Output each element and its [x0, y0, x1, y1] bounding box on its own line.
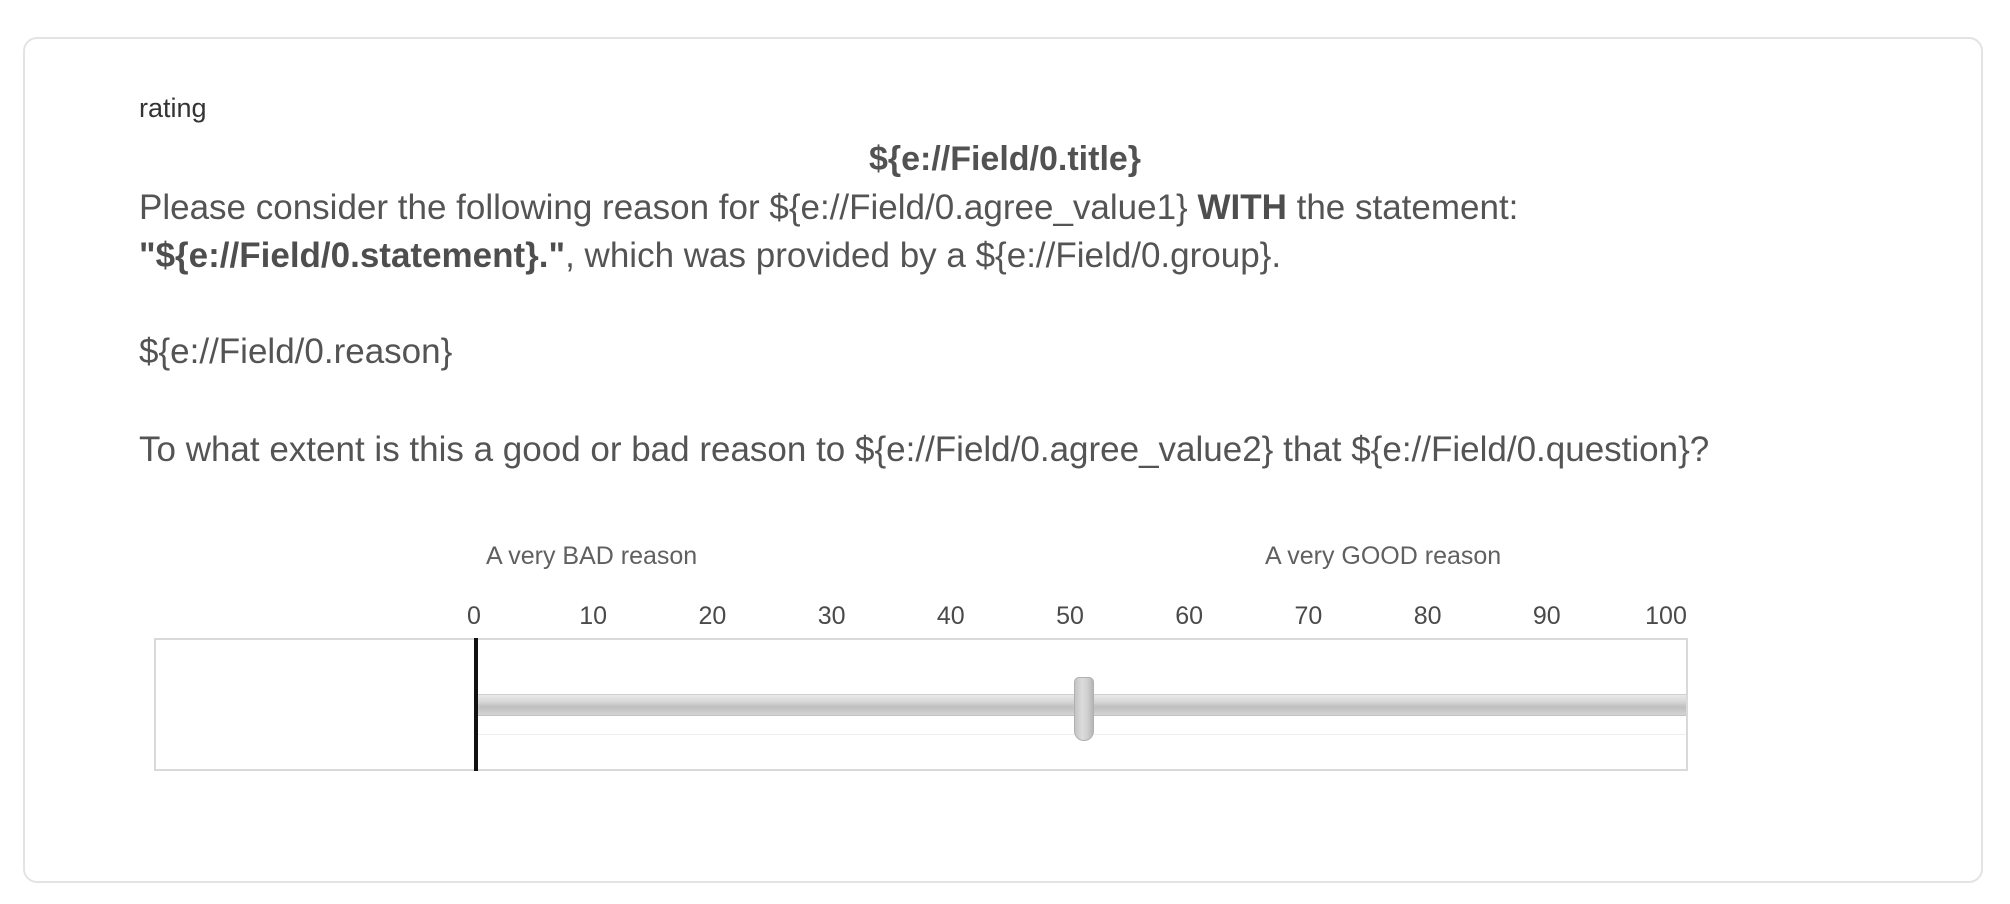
slider-tick-100: 100	[1645, 602, 1687, 630]
slider-tick-70: 70	[1294, 602, 1323, 630]
anchor-label-bad: A very BAD reason	[486, 542, 698, 570]
reason-text: ${e://Field/0.reason}	[139, 332, 453, 371]
line1-post: the statement:	[1286, 188, 1519, 227]
question-text-line-2: "${e://Field/0.statement}.", which was p…	[139, 236, 1281, 276]
slider-tick-90: 90	[1532, 602, 1561, 630]
line1-pre: Please consider the following reason for…	[139, 188, 1198, 227]
question-text-line-1: Please consider the following reason for…	[139, 188, 1518, 228]
slider-tick-30: 30	[817, 602, 846, 630]
anchor-label-good: A very GOOD reason	[1265, 542, 1502, 570]
slider-tick-0: 0	[467, 602, 481, 630]
slider-tick-20: 20	[698, 602, 727, 630]
question-title: ${e://Field/0.title}	[868, 140, 1142, 178]
slider-tick-40: 40	[936, 602, 965, 630]
statement-text: "${e://Field/0.statement}."	[139, 236, 566, 275]
slider-container	[154, 638, 1688, 771]
line2-post: , which was provided by a ${e://Field/0.…	[565, 236, 1282, 275]
slider-tick-60: 60	[1175, 602, 1204, 630]
rating-prompt: To what extent is this a good or bad rea…	[139, 430, 1710, 469]
slider-handle[interactable]	[1074, 677, 1094, 741]
question-label: rating	[139, 93, 207, 123]
line1-bold: WITH	[1197, 188, 1287, 227]
slider-tick-10: 10	[579, 602, 608, 630]
slider-tick-80: 80	[1413, 602, 1442, 630]
slider-tick-50: 50	[1056, 602, 1084, 630]
